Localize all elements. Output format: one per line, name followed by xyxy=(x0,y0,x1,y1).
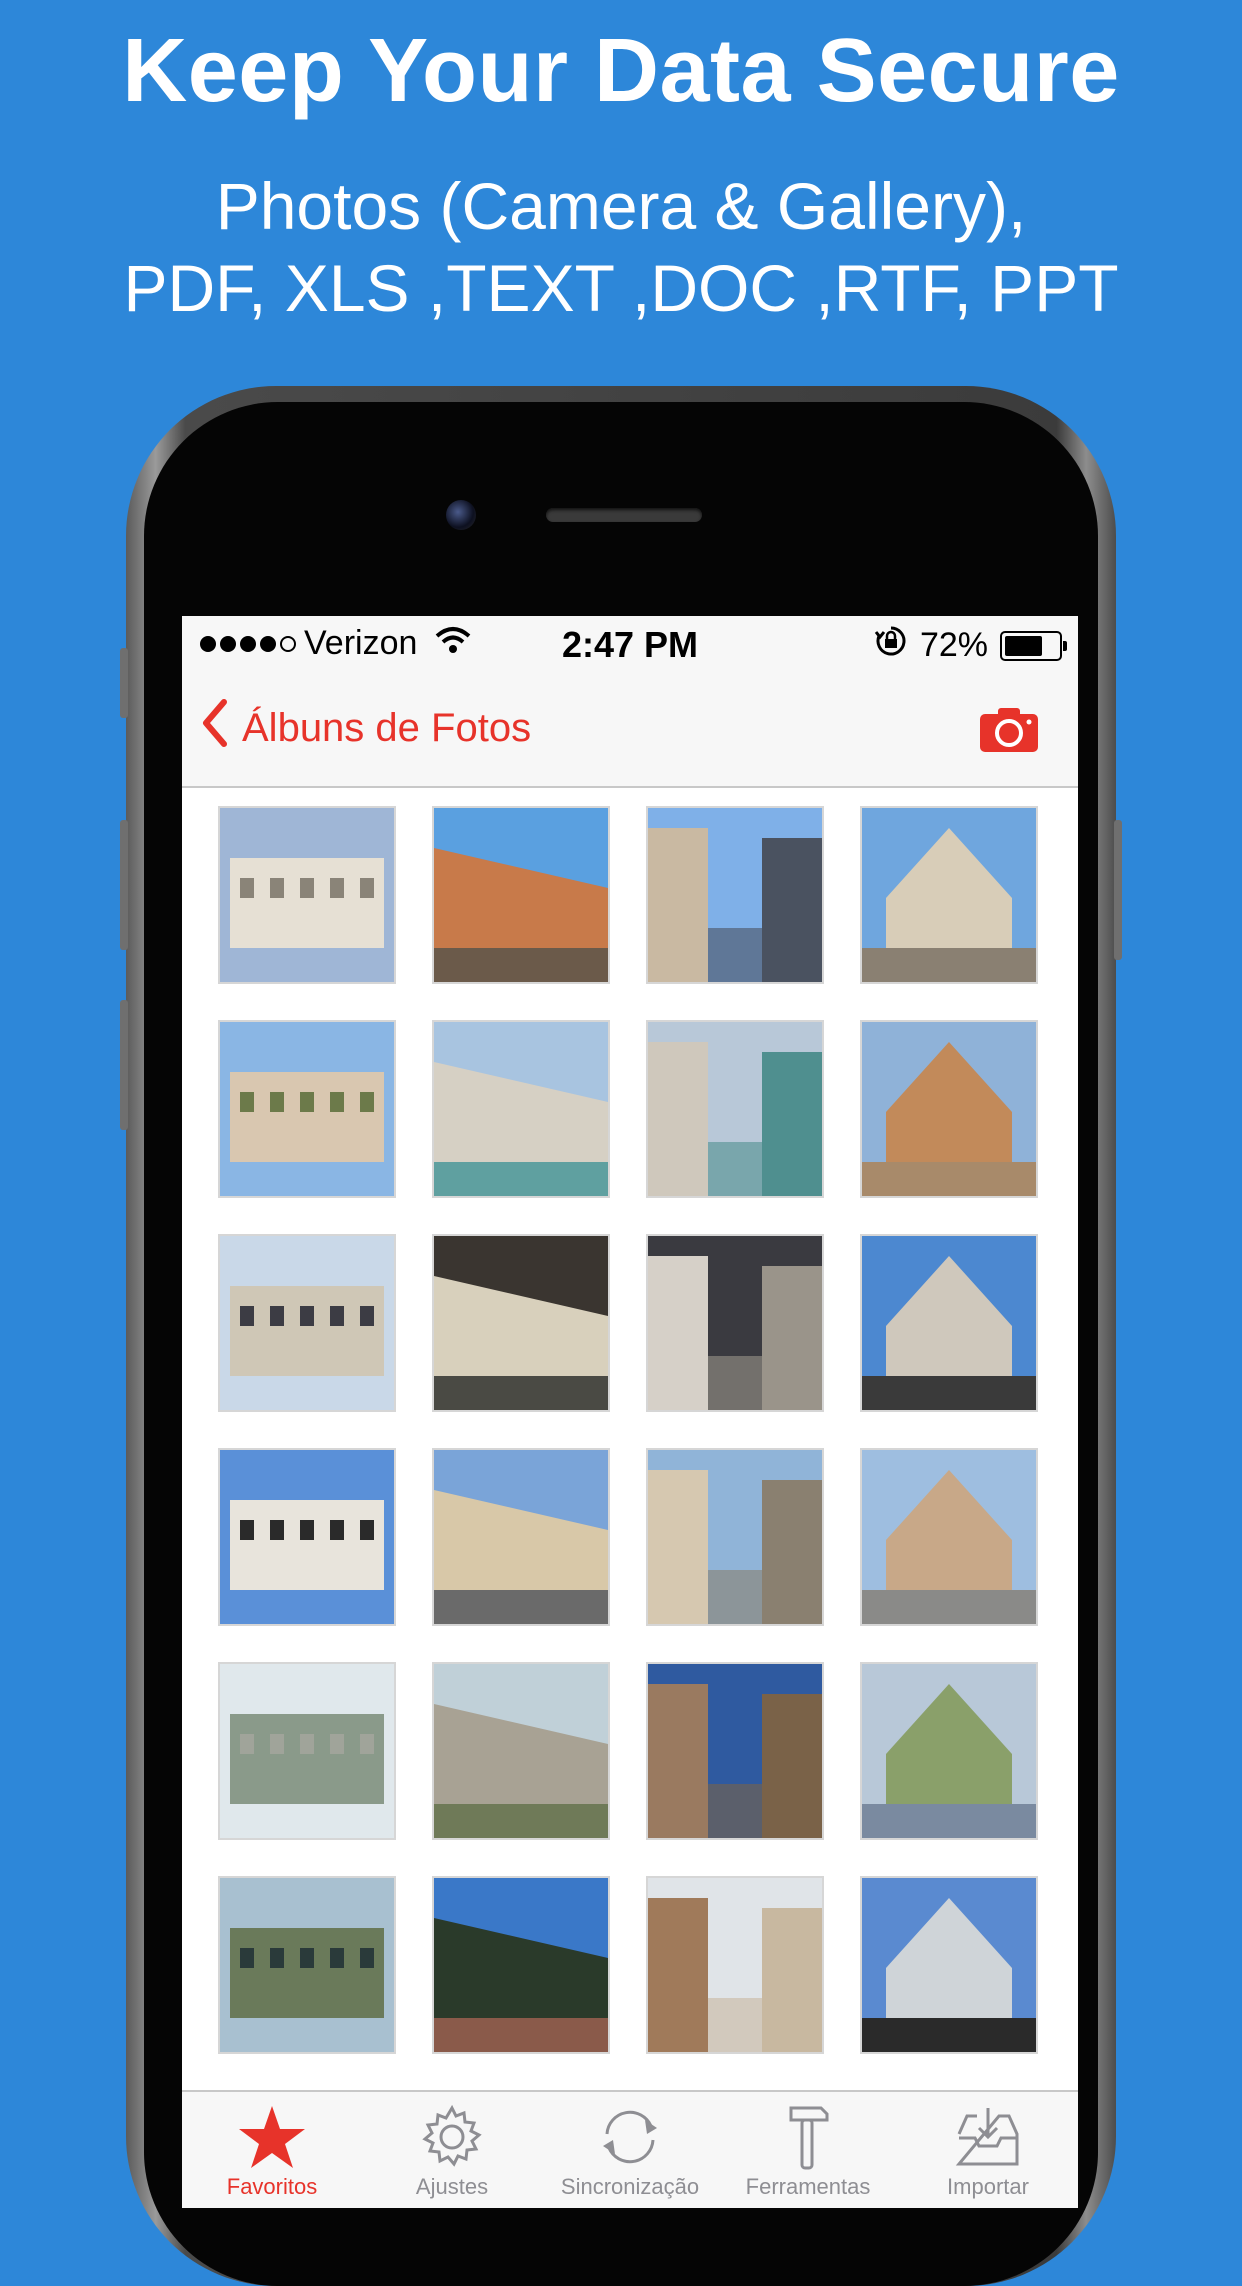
photo-thumbnail[interactable] xyxy=(218,1234,396,1412)
import-tray-icon xyxy=(955,2108,1019,2166)
tab-sincronizacao[interactable]: Sincronização xyxy=(540,2100,720,2200)
status-bar: Verizon 2:47 PM 72% xyxy=(182,616,1078,676)
photo-thumbnail[interactable] xyxy=(860,1448,1038,1626)
photo-thumbnail[interactable] xyxy=(646,1662,824,1840)
photo-thumbnail[interactable] xyxy=(646,1448,824,1626)
navigation-bar: Álbuns de Fotos xyxy=(182,676,1078,788)
battery-percent: 72% xyxy=(919,626,988,664)
camera-icon xyxy=(980,708,1038,752)
tab-label: Sincronização xyxy=(560,2174,700,2199)
power-button xyxy=(1114,820,1122,960)
volume-up-button xyxy=(120,820,128,950)
back-label: Álbuns de Fotos xyxy=(242,705,532,750)
tab-importar[interactable]: Importar xyxy=(898,2100,1078,2200)
photo-thumbnail[interactable] xyxy=(218,806,396,984)
tab-ferramentas[interactable]: Ferramentas xyxy=(718,2100,898,2200)
photo-thumbnail[interactable] xyxy=(432,1662,610,1840)
mute-switch xyxy=(120,648,128,718)
photo-thumbnail[interactable] xyxy=(218,1662,396,1840)
tab-bar: Favoritos Ajustes Sincronização Ferramen… xyxy=(182,2090,1078,2208)
camera-button[interactable] xyxy=(978,706,1040,759)
earpiece-speaker xyxy=(546,508,702,522)
tab-favoritos[interactable]: Favoritos xyxy=(182,2100,362,2200)
photo-thumbnail[interactable] xyxy=(432,1020,610,1198)
photo-thumbnail[interactable] xyxy=(646,1234,824,1412)
tab-label: Ajustes xyxy=(415,2174,489,2199)
photo-thumbnail[interactable] xyxy=(860,806,1038,984)
photo-thumbnail[interactable] xyxy=(860,1234,1038,1412)
front-camera xyxy=(446,500,476,530)
photo-thumbnail[interactable] xyxy=(860,1662,1038,1840)
app-screen: Verizon 2:47 PM 72% Álbuns de Fotos Favo… xyxy=(182,616,1078,2208)
tab-label: Favoritos xyxy=(226,2174,318,2199)
back-button[interactable]: Álbuns de Fotos xyxy=(200,698,531,758)
hammer-icon xyxy=(789,2106,829,2170)
battery-icon xyxy=(1000,630,1067,661)
gear-icon xyxy=(422,2104,482,2167)
photo-thumbnail[interactable] xyxy=(218,1876,396,2054)
orientation-lock-icon xyxy=(874,624,908,667)
promo-subline-2: PDF, XLS ,TEXT ,DOC ,RTF, PPT xyxy=(123,251,1119,325)
photo-thumbnail[interactable] xyxy=(432,1234,610,1412)
photo-thumbnail[interactable] xyxy=(432,1876,610,2054)
sync-icon xyxy=(603,2110,657,2164)
photo-thumbnail[interactable] xyxy=(218,1020,396,1198)
photo-thumbnail[interactable] xyxy=(432,1448,610,1626)
photo-thumbnail[interactable] xyxy=(646,1020,824,1198)
promo-subline-1: Photos (Camera & Gallery), xyxy=(215,169,1027,243)
photo-thumbnail[interactable] xyxy=(646,806,824,984)
photo-thumbnail[interactable] xyxy=(646,1876,824,2054)
photo-grid xyxy=(218,806,1048,2054)
promo-headline: Keep Your Data Secure xyxy=(122,21,1120,121)
photo-thumbnail[interactable] xyxy=(218,1448,396,1626)
photo-thumbnail[interactable] xyxy=(860,1020,1038,1198)
chevron-left-icon xyxy=(200,698,230,758)
tab-label: Importar xyxy=(947,2174,1029,2199)
tab-label: Ferramentas xyxy=(745,2174,871,2199)
photo-thumbnail[interactable] xyxy=(432,806,610,984)
volume-down-button xyxy=(120,1000,128,1130)
star-icon xyxy=(239,2106,305,2168)
photo-thumbnail[interactable] xyxy=(860,1876,1038,2054)
tab-ajustes[interactable]: Ajustes xyxy=(362,2100,542,2200)
